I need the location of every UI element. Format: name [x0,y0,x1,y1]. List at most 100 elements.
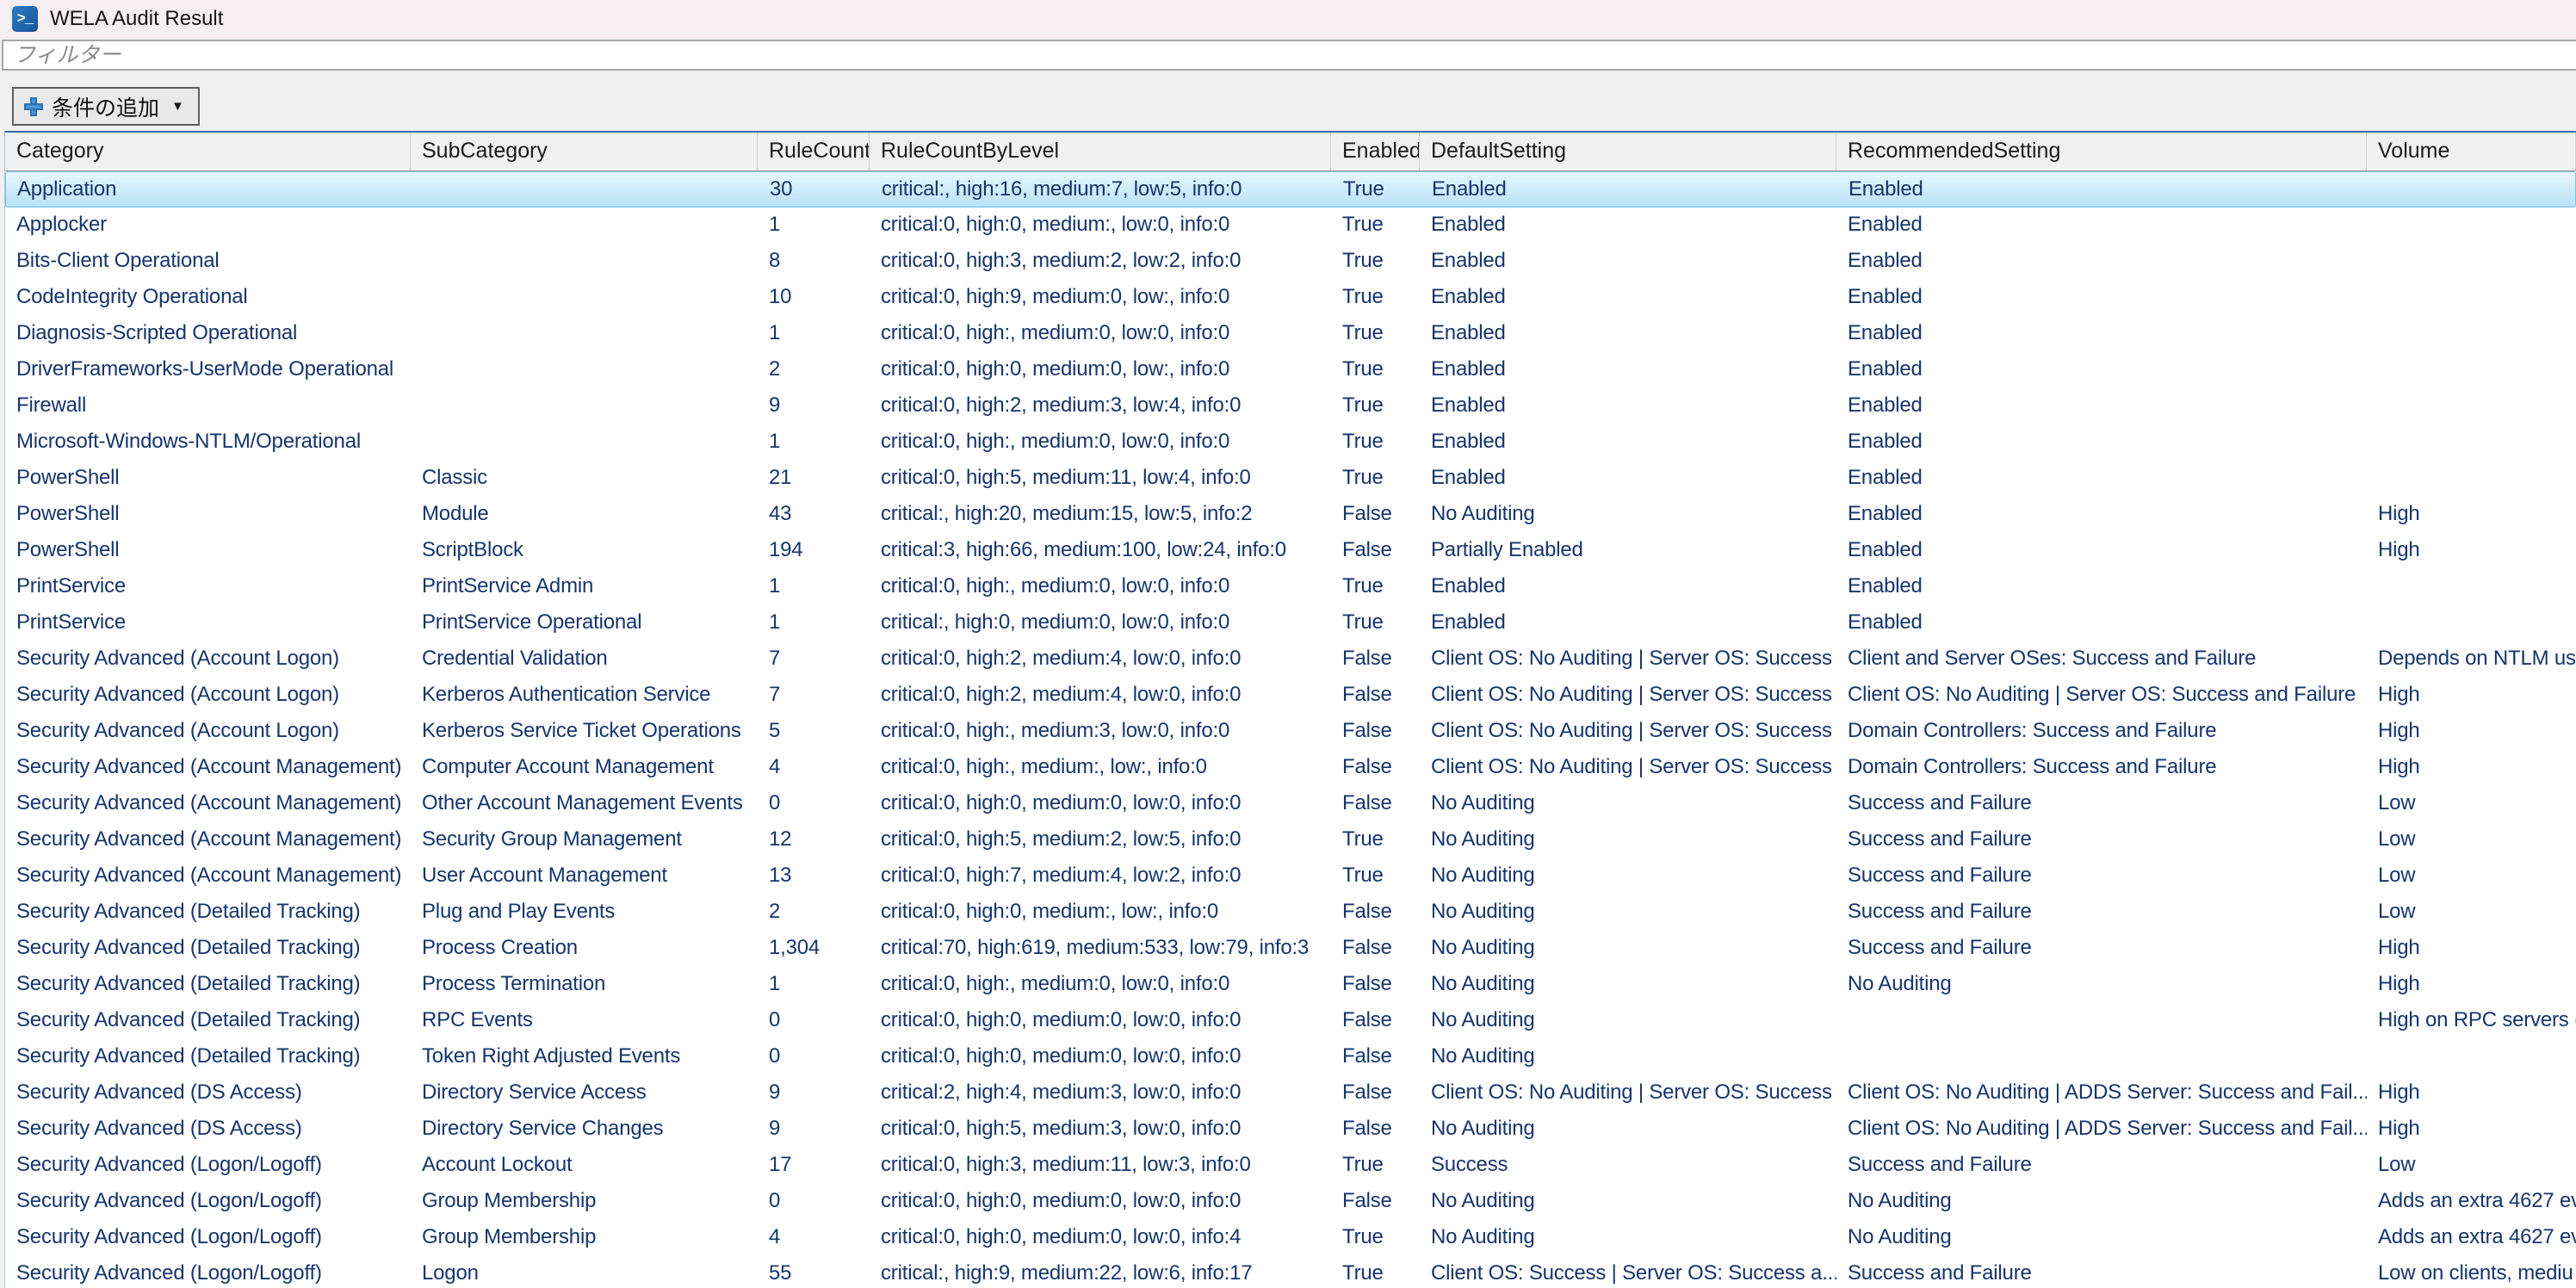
table-row[interactable]: Security Advanced (Detailed Tracking)Tok… [5,1039,2576,1075]
table-row[interactable]: PowerShellScriptBlock194critical:3, high… [5,533,2576,569]
table-cell: High [2367,1075,2576,1112]
table-row[interactable]: Diagnosis-Scripted Operational1critical:… [5,316,2576,352]
column-header-subcategory[interactable]: SubCategory [411,133,758,170]
table-cell: Client OS: No Auditing | Server OS: Succ… [1420,641,1836,678]
table-cell: PrintService Admin [411,569,758,605]
table-cell: Enabled [1836,461,2367,497]
table-cell: critical:0, high:, medium:0, low:0, info… [870,424,1331,461]
table-cell: No Auditing [1836,1184,2367,1220]
table-cell: True [1331,1220,1420,1256]
table-cell: PrintService Operational [411,605,758,641]
table-cell: critical:70, high:619, medium:533, low:7… [870,931,1331,967]
table-row[interactable]: Security Advanced (Detailed Tracking)RPC… [5,1003,2576,1039]
table-row[interactable]: Security Advanced (Detailed Tracking)Pro… [5,967,2576,1003]
table-cell: Process Termination [411,967,758,1003]
table-row[interactable]: Security Advanced (DS Access)Directory S… [5,1112,2576,1148]
table-cell: 1 [758,316,870,352]
table-cell: No Auditing [1420,786,1836,822]
table-cell: Module [411,497,758,533]
table-header: CategorySubCategoryRuleCountRuleCountByL… [5,133,2576,171]
table-cell: Enabled [1836,569,2367,605]
table-cell: True [1331,569,1420,605]
table-row[interactable]: Security Advanced (DS Access)Directory S… [5,1075,2576,1112]
table-cell: ScriptBlock [411,533,758,569]
table-cell: Logon [411,1256,758,1288]
table-cell: critical:0, high:3, medium:11, low:3, in… [870,1148,1331,1184]
table-cell: 2 [758,352,870,388]
table-row[interactable]: Firewall9critical:0, high:2, medium:3, l… [5,388,2576,424]
table-cell: PrintService [5,569,411,605]
table-row[interactable]: Security Advanced (Detailed Tracking)Pro… [5,931,2576,967]
table-row[interactable]: DriverFrameworks-UserMode Operational2cr… [5,352,2576,388]
table-cell: 55 [758,1256,870,1288]
table-cell: Client OS: No Auditing | ADDS Server: Su… [1836,1075,2367,1112]
table-row[interactable]: Application30critical:, high:16, medium:… [5,171,2576,207]
table-cell: Bits-Client Operational [5,244,411,280]
column-header-volume[interactable]: Volume [2367,133,2576,170]
table-cell: 1 [758,569,870,605]
table-cell: High [2367,714,2576,750]
table-cell: False [1331,1184,1420,1220]
table-cell: Success and Failure [1836,858,2367,895]
table-cell: Depends on NTLM us [2367,641,2576,678]
column-header-rulecount[interactable]: RuleCount [758,133,870,170]
table-cell: Enabled [1836,207,2367,244]
table-row[interactable]: PrintServicePrintService Operational1cri… [5,605,2576,641]
results-grid: CategorySubCategoryRuleCountRuleCountByL… [4,131,2576,1288]
table-row[interactable]: Security Advanced (Account Management)Us… [5,858,2576,895]
table-cell: False [1331,895,1420,931]
column-header-enabled[interactable]: Enabled [1331,133,1420,170]
table-cell [411,280,758,316]
filter-input[interactable] [2,40,2576,71]
table-cell: PrintService [5,605,411,641]
table-cell: Low [2367,786,2576,822]
table-row[interactable]: Security Advanced (Logon/Logoff)Account … [5,1148,2576,1184]
table-cell: Low [2367,822,2576,858]
table-cell: Application [6,172,412,207]
table-row[interactable]: Bits-Client Operational8critical:0, high… [5,244,2576,280]
table-row[interactable]: Security Advanced (Account Logon)Kerbero… [5,714,2576,750]
table-cell: 9 [758,1075,870,1112]
table-cell: False [1331,714,1420,750]
table-row[interactable]: Security Advanced (Account Logon)Kerbero… [5,678,2576,714]
table-cell: False [1331,750,1420,786]
table-cell: Security Advanced (Account Management) [5,858,411,895]
table-cell: Microsoft-Windows-NTLM/Operational [5,424,411,461]
column-header-category[interactable]: Category [5,133,411,170]
table-cell: Domain Controllers: Success and Failure [1836,714,2367,750]
table-row[interactable]: Security Advanced (Detailed Tracking)Plu… [5,895,2576,931]
table-cell: No Auditing [1420,1184,1836,1220]
table-cell: critical:2, high:4, medium:3, low:0, inf… [870,1075,1331,1112]
table-cell: Client and Server OSes: Success and Fail… [1836,641,2367,678]
table-cell: critical:0, high:, medium:0, low:0, info… [870,569,1331,605]
table-cell: Enabled [1836,533,2367,569]
table-cell: Client OS: Success | Server OS: Success … [1420,1256,1836,1288]
table-cell [1836,1003,2367,1039]
table-row[interactable]: Microsoft-Windows-NTLM/Operational1criti… [5,424,2576,461]
table-row[interactable]: Applocker1critical:0, high:0, medium:, l… [5,207,2576,244]
titlebar: >_ WELA Audit Result [0,0,2576,38]
table-row[interactable]: Security Advanced (Account Management)Ot… [5,786,2576,822]
table-cell [412,172,759,207]
table-row[interactable]: Security Advanced (Account Logon)Credent… [5,641,2576,678]
table-cell: Low on clients, mediu [2367,1256,2576,1288]
table-row[interactable]: CodeIntegrity Operational10critical:0, h… [5,280,2576,316]
table-row[interactable]: PowerShellModule43critical:, high:20, me… [5,497,2576,533]
table-row[interactable]: PowerShellClassic21critical:0, high:5, m… [5,461,2576,497]
table-row[interactable]: Security Advanced (Logon/Logoff)Logon55c… [5,1256,2576,1288]
column-header-recommendedsetting[interactable]: RecommendedSetting [1836,133,2367,170]
table-row[interactable]: Security Advanced (Account Management)Co… [5,750,2576,786]
table-cell: High [2367,931,2576,967]
table-cell: Security Group Management [411,822,758,858]
add-criteria-button[interactable]: 条件の追加 ▼ [12,87,200,126]
table-cell: critical:0, high:0, medium:0, low:0, inf… [870,1003,1331,1039]
table-row[interactable]: PrintServicePrintService Admin1critical:… [5,569,2576,605]
table-cell: Security Advanced (Account Logon) [5,641,411,678]
table-cell: 13 [758,858,870,895]
table-row[interactable]: Security Advanced (Logon/Logoff)Group Me… [5,1184,2576,1220]
column-header-rulecountbylevel[interactable]: RuleCountByLevel [870,133,1331,170]
table-cell: 0 [758,1184,870,1220]
table-row[interactable]: Security Advanced (Logon/Logoff)Group Me… [5,1220,2576,1256]
table-row[interactable]: Security Advanced (Account Management)Se… [5,822,2576,858]
column-header-defaultsetting[interactable]: DefaultSetting [1420,133,1836,170]
